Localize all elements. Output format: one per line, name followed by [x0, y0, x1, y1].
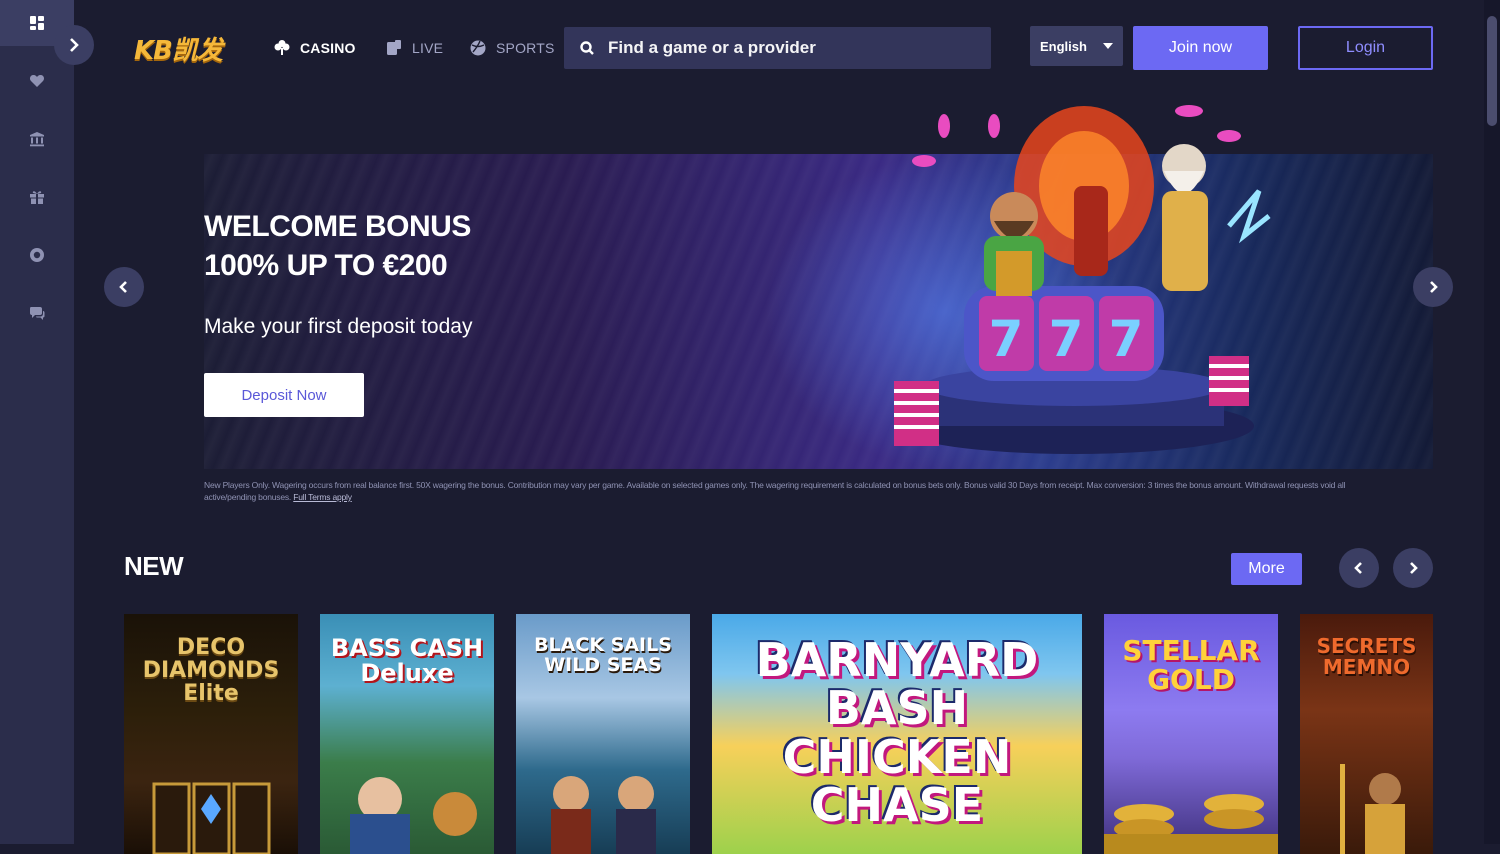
- search-input[interactable]: [608, 38, 968, 58]
- chat-icon: [30, 307, 45, 320]
- game-art: [350, 777, 477, 854]
- sidebar-item-chat[interactable]: [0, 290, 74, 336]
- deposit-now-button[interactable]: Deposit Now: [204, 373, 364, 417]
- scrollbar-thumb[interactable]: [1487, 16, 1497, 126]
- bank-icon: [30, 132, 44, 147]
- svg-text:7: 7: [1109, 310, 1144, 368]
- game-art: [1104, 794, 1278, 854]
- sidebar-item-bank[interactable]: [0, 116, 74, 162]
- game-tile[interactable]: STELLAR GOLD: [1104, 614, 1278, 854]
- search-icon: [580, 41, 594, 55]
- game-tile[interactable]: BARNYARD BASH CHICKEN CHASE: [712, 614, 1082, 854]
- banner-title-line-2: 100% UP TO €200: [204, 249, 448, 282]
- login-button[interactable]: Login: [1298, 26, 1433, 70]
- ball-icon: [470, 40, 486, 56]
- banner-next-button[interactable]: [1413, 267, 1453, 307]
- game-art: [152, 782, 271, 854]
- section-title-new: NEW: [124, 551, 184, 581]
- language-value: English: [1040, 38, 1087, 54]
- nav-sports-label: SPORTS: [496, 40, 555, 56]
- game-title: STELLAR GOLD: [1122, 634, 1260, 697]
- full-terms-link[interactable]: Full Terms apply: [293, 492, 352, 502]
- bonus-terms: New Players Only. Wagering occurs from r…: [204, 479, 1374, 503]
- banner-slot-machine-illustration: 7 7 7: [894, 105, 1271, 454]
- logo-text: KB凯发: [134, 35, 223, 66]
- join-now-button[interactable]: Join now: [1133, 26, 1268, 70]
- games-next-button[interactable]: [1393, 548, 1433, 588]
- page-scrollbar[interactable]: [1484, 0, 1500, 844]
- heart-icon: [29, 75, 45, 87]
- svg-text:7: 7: [1049, 310, 1084, 368]
- language-select[interactable]: English: [1030, 26, 1123, 66]
- more-button[interactable]: More: [1231, 553, 1302, 585]
- sidebar-expand-button[interactable]: [54, 25, 94, 65]
- chevron-right-icon: [1430, 281, 1438, 293]
- sidebar-item-support[interactable]: [0, 232, 74, 278]
- logo[interactable]: KB凯发: [134, 30, 223, 66]
- sidebar-item-promotions[interactable]: [0, 174, 74, 220]
- chevron-left-icon: [1354, 562, 1362, 574]
- game-title: BASS CASH Deluxe: [330, 634, 484, 688]
- chevron-left-icon: [119, 281, 127, 293]
- search-bar[interactable]: [564, 27, 991, 69]
- game-tile[interactable]: SECRETS MEMNO: [1300, 614, 1433, 854]
- banner-title-line-1: WELCOME BONUS: [204, 210, 471, 243]
- game-tile[interactable]: BASS CASH Deluxe: [320, 614, 494, 854]
- games-prev-button[interactable]: [1339, 548, 1379, 588]
- sidebar-item-favorites[interactable]: [0, 58, 74, 104]
- game-title: DECO DIAMONDS Elite: [142, 635, 280, 707]
- nav-live[interactable]: LIVE: [385, 36, 443, 60]
- grid-icon: [30, 16, 44, 30]
- banner-prev-button[interactable]: [104, 267, 144, 307]
- bonus-terms-text: New Players Only. Wagering occurs from r…: [204, 480, 1346, 502]
- game-title: SECRETS MEMNO: [1316, 634, 1417, 679]
- game-tile[interactable]: BLACK SAILS WILD SEAS: [516, 614, 690, 854]
- sidebar: [0, 0, 74, 844]
- nav-casino-label: CASINO: [300, 40, 356, 56]
- cards-icon: [274, 40, 290, 55]
- chevron-right-icon: [1410, 562, 1418, 574]
- game-title: BLACK SAILS WILD SEAS: [534, 634, 672, 676]
- caret-down-icon: [1103, 43, 1113, 49]
- nav-casino[interactable]: CASINO: [273, 36, 356, 60]
- lifebuoy-icon: [30, 248, 44, 262]
- chevron-right-icon: [70, 38, 79, 52]
- game-art: [551, 776, 656, 854]
- game-tile[interactable]: DECO DIAMONDS Elite: [124, 614, 298, 854]
- nav-sports[interactable]: SPORTS: [469, 36, 555, 60]
- gift-icon: [30, 191, 44, 204]
- svg-text:7: 7: [989, 310, 1024, 368]
- game-art: [1340, 764, 1405, 854]
- banner-title: WELCOME BONUS 100% UP TO €200: [204, 207, 704, 285]
- banner-subtitle: Make your first deposit today: [204, 315, 473, 338]
- live-cards-icon: [387, 40, 401, 55]
- game-title: BARNYARD BASH CHICKEN CHASE: [755, 633, 1039, 832]
- nav-live-label: LIVE: [412, 40, 444, 56]
